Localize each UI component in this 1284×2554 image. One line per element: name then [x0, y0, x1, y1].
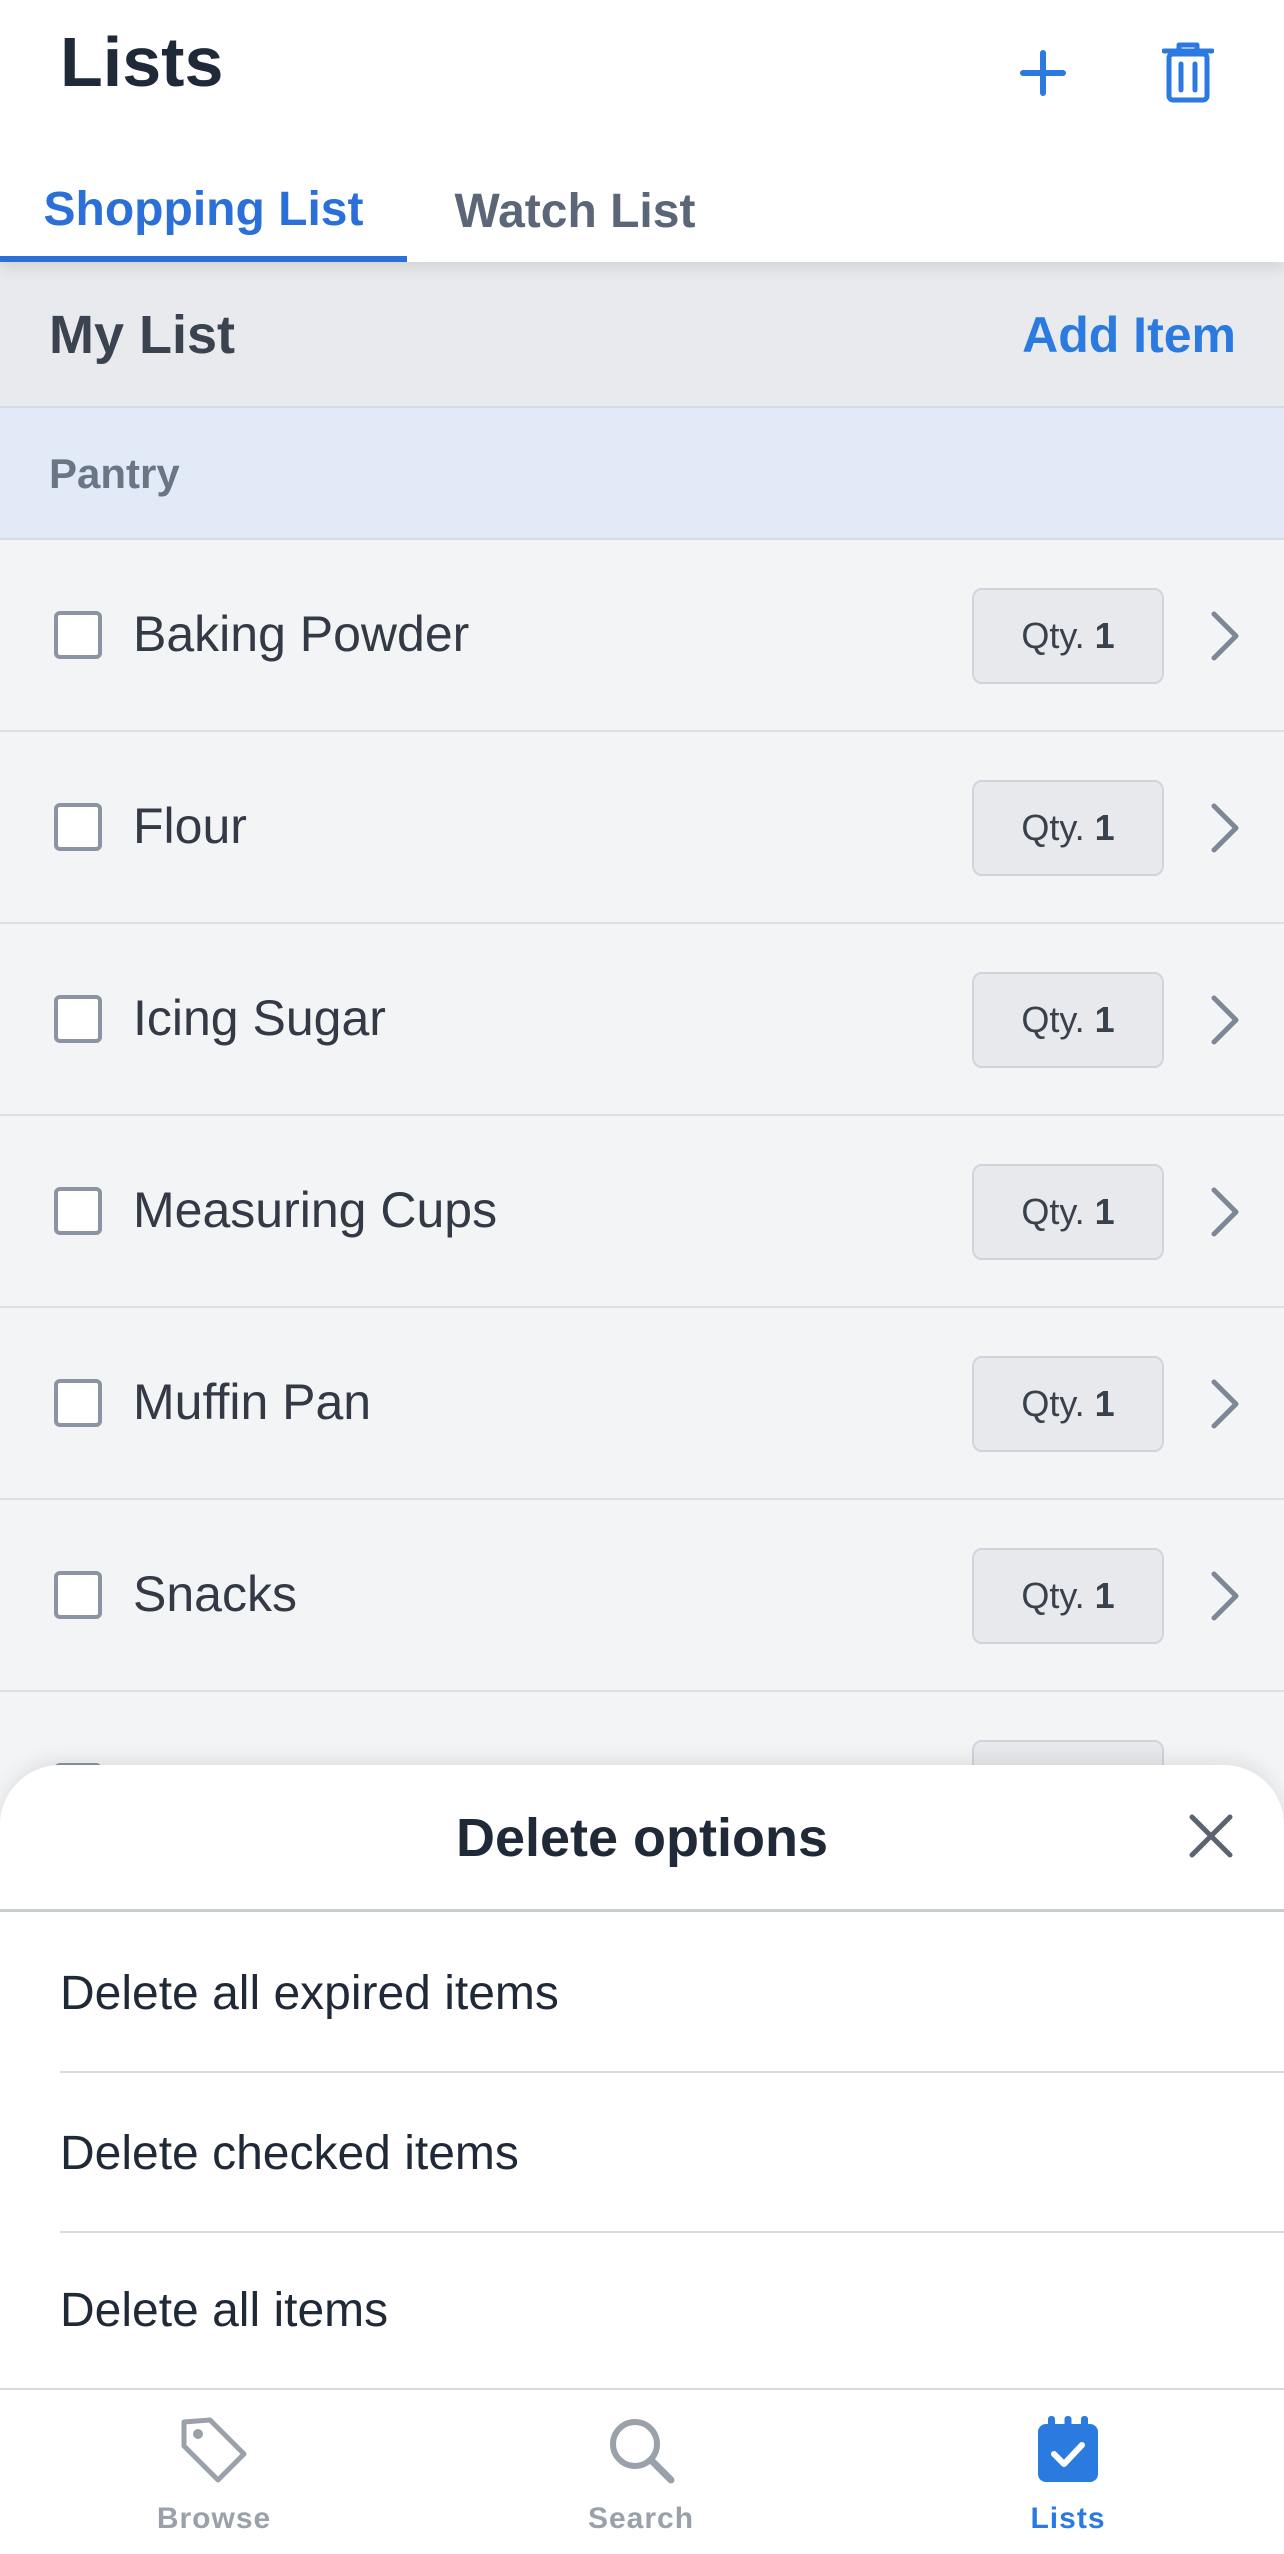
qty-label: Qty. [1021, 615, 1085, 656]
list-item[interactable]: Measuring Cups Qty. 1 [0, 1116, 1284, 1308]
qty-value: 1 [1094, 615, 1115, 656]
item-checkbox[interactable] [54, 995, 102, 1043]
delete-all-option[interactable]: Delete all items [60, 2235, 1284, 2385]
item-checkbox[interactable] [54, 1187, 102, 1235]
tab-watch-list[interactable]: Watch List [430, 160, 720, 262]
search-icon [610, 2419, 675, 2484]
quantity-button[interactable]: Qty. 1 [972, 972, 1164, 1068]
qty-label: Qty. [1021, 1383, 1085, 1424]
qty-label: Qty. [1021, 1191, 1085, 1232]
item-checkbox[interactable] [54, 803, 102, 851]
list-header: My List Add Item [0, 262, 1284, 408]
nav-lists[interactable]: Lists [918, 2390, 1218, 2554]
quantity-button[interactable]: Qty. 1 [972, 1164, 1164, 1260]
list-item[interactable]: Baking Powder Qty. 1 [0, 540, 1284, 732]
list-item[interactable]: Snacks Qty. 1 [0, 1500, 1284, 1692]
item-checkbox[interactable] [54, 611, 102, 659]
page-title: Lists [60, 23, 224, 101]
item-name: Baking Powder [133, 606, 470, 662]
delete-options-sheet: Delete options Delete all expired items … [0, 1765, 1284, 2389]
nav-browse-label: Browse [156, 2502, 272, 2535]
chevron-right-icon[interactable] [1208, 1376, 1244, 1432]
tab-bar: Shopping List Watch List [0, 160, 1284, 262]
quantity-button[interactable]: Qty. 1 [972, 780, 1164, 876]
add-list-button[interactable] [998, 28, 1088, 118]
qty-value: 1 [1094, 1575, 1115, 1616]
plus-icon [1020, 50, 1066, 96]
close-icon[interactable] [1186, 1811, 1236, 1861]
item-name: Flour [133, 798, 247, 854]
quantity-button[interactable]: Qty. 1 [972, 588, 1164, 684]
app-header: Lists Shopping List Watch List [0, 0, 1284, 262]
chevron-right-icon[interactable] [1208, 608, 1244, 664]
chevron-right-icon[interactable] [1208, 992, 1244, 1048]
item-name: Icing Sugar [133, 990, 386, 1046]
add-item-button[interactable]: Add Item [1022, 306, 1236, 364]
list-item[interactable]: Flour Qty. 1 [0, 732, 1284, 924]
item-name: Measuring Cups [133, 1182, 498, 1238]
list-item[interactable]: Icing Sugar Qty. 1 [0, 924, 1284, 1116]
delete-expired-option[interactable]: Delete all expired items [60, 1915, 1284, 2073]
tag-icon [181, 2417, 247, 2483]
qty-label: Qty. [1021, 999, 1085, 1040]
tab-shopping-list[interactable]: Shopping List [0, 160, 407, 262]
qty-value: 1 [1094, 999, 1115, 1040]
item-checkbox[interactable] [54, 1379, 102, 1427]
qty-value: 1 [1094, 807, 1115, 848]
chevron-right-icon[interactable] [1208, 800, 1244, 856]
qty-value: 1 [1094, 1191, 1115, 1232]
delete-button[interactable] [1143, 28, 1233, 118]
item-name: Muffin Pan [133, 1374, 372, 1430]
delete-checked-option[interactable]: Delete checked items [60, 2075, 1284, 2233]
item-name: Snacks [133, 1566, 297, 1622]
item-list: Baking Powder Qty. 1 Flour Qty. 1 Icing Su… [0, 540, 1284, 1884]
trash-icon [1162, 42, 1214, 103]
quantity-button[interactable]: Qty. 1 [972, 1356, 1164, 1452]
calendar-check-icon [1038, 2416, 1098, 2482]
qty-value: 1 [1094, 1383, 1115, 1424]
list-item[interactable]: Muffin Pan Qty. 1 [0, 1308, 1284, 1500]
nav-lists-label: Lists [1030, 2502, 1106, 2535]
nav-search[interactable]: Search [491, 2390, 791, 2554]
list-title: My List [49, 305, 236, 365]
chevron-right-icon[interactable] [1208, 1568, 1244, 1624]
sheet-divider [0, 1909, 1284, 1912]
section-header: Pantry [0, 408, 1284, 540]
section-title: Pantry [49, 450, 180, 497]
qty-label: Qty. [1021, 1575, 1085, 1616]
sheet-title: Delete options [455, 1808, 829, 1868]
nav-search-label: Search [587, 2502, 695, 2535]
chevron-right-icon[interactable] [1208, 1184, 1244, 1240]
bottom-nav: Browse Search Lists [0, 2388, 1284, 2554]
nav-browse[interactable]: Browse [64, 2390, 364, 2554]
item-checkbox[interactable] [54, 1571, 102, 1619]
quantity-button[interactable]: Qty. 1 [972, 1548, 1164, 1644]
qty-label: Qty. [1021, 807, 1085, 848]
